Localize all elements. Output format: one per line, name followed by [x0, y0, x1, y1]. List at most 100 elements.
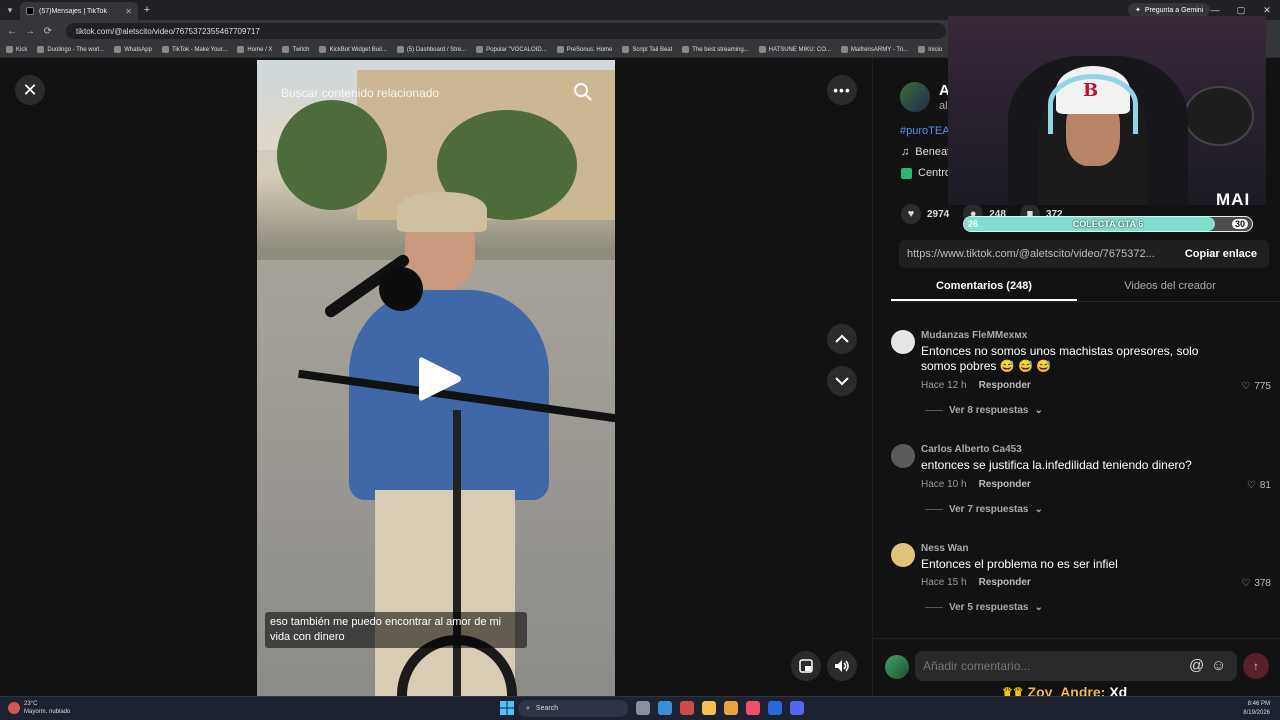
comment-like-button[interactable]: ♡ 775 [1241, 381, 1271, 392]
location-link[interactable]: Centro [901, 167, 951, 179]
browser-tab[interactable]: (57)Mensajes | TikTok ✕ [20, 2, 138, 20]
back-icon[interactable]: ← [6, 26, 18, 37]
temperature: 23°C [24, 701, 38, 707]
bookmark-favicon-icon [237, 46, 245, 53]
reload-icon[interactable]: ⟳ [42, 26, 54, 37]
address-input[interactable]: tiktok.com/@aletscito/video/767537235546… [66, 23, 946, 39]
close-video-button[interactable]: ✕ [15, 75, 45, 105]
comment-text: Entonces el problema no es ser infiel [921, 557, 1118, 571]
widgets-icon[interactable] [658, 701, 672, 715]
comment-username[interactable]: Carlos Alberto Ca453 [921, 444, 1022, 455]
more-icon: ••• [833, 82, 851, 98]
bookmark-item[interactable]: Kick [6, 46, 27, 53]
more-options-button[interactable]: ••• [827, 75, 857, 105]
comment-time: Hace 10 h [921, 479, 967, 490]
panel-tabs: Comentarios (248) Videos del creador [891, 276, 1280, 302]
search-icon[interactable] [573, 82, 593, 102]
reply-button[interactable]: Responder [979, 577, 1031, 588]
bookmark-item[interactable]: TikTok - Make Your... [161, 46, 228, 53]
reply-button[interactable]: Responder [979, 479, 1031, 490]
chevron-down-icon: ⌄ [1034, 504, 1043, 515]
chrome-icon[interactable] [724, 701, 738, 715]
bookmark-item[interactable]: KickBot Widget Buil... [319, 46, 387, 53]
tab-creator-videos[interactable]: Videos del creador [1077, 276, 1263, 301]
location-name: Centro [918, 167, 952, 179]
tab-comments[interactable]: Comentarios (248) [891, 276, 1077, 301]
bookmark-favicon-icon [319, 46, 327, 53]
copy-link-button[interactable]: Copiar enlace [1185, 248, 1257, 260]
view-replies-button[interactable]: Ver 7 respuestas ⌄ [925, 504, 1043, 515]
emoji-icon[interactable]: ☺ [1211, 657, 1226, 674]
bookmark-favicon-icon [682, 46, 690, 53]
discord-icon[interactable] [790, 701, 804, 715]
bookmark-favicon-icon [556, 46, 564, 53]
volume-button[interactable] [827, 651, 857, 681]
system-clock[interactable]: 8:46 PM 8/19/2026 [1243, 700, 1270, 718]
next-video-button[interactable] [827, 366, 857, 396]
video-player[interactable]: Buscar contenido relacionado eso también… [257, 60, 615, 696]
like-button[interactable]: ♥ 2974 [901, 204, 949, 224]
comment-username[interactable]: Mudanzas FleMMexᴍx [921, 330, 1027, 341]
bookmark-item[interactable]: HATSUNE MIKU: CO... [758, 46, 831, 53]
tab-title: (57)Mensajes | TikTok [39, 7, 107, 15]
bookmark-item[interactable]: Twitch [282, 46, 309, 53]
bookmark-item[interactable]: PreSonus: Home [556, 46, 612, 53]
reply-button[interactable]: Responder [979, 380, 1031, 391]
comment-like-button[interactable]: ♡ 81 [1247, 480, 1271, 491]
bookmark-item[interactable]: WhatsApp [114, 46, 152, 53]
related-search-input[interactable]: Buscar contenido relacionado [281, 86, 439, 100]
comment-avatar[interactable] [891, 444, 915, 468]
bookmark-label: TikTok - Make Your... [171, 46, 228, 53]
view-replies-button[interactable]: Ver 5 respuestas ⌄ [925, 602, 1043, 613]
author-handle[interactable]: al [939, 100, 948, 112]
bookmark-item[interactable]: MaifrensARMY - Tri... [840, 46, 908, 53]
play-icon[interactable] [417, 354, 463, 404]
bookmark-label: KickBot Widget Buil... [329, 46, 387, 53]
music-app-icon[interactable] [746, 701, 760, 715]
mention-icon[interactable]: @ [1189, 657, 1204, 674]
comment-like-count: 378 [1254, 578, 1271, 589]
author-avatar[interactable] [900, 82, 930, 112]
bookmark-favicon-icon [6, 46, 13, 53]
comment-username[interactable]: Ness Wan [921, 543, 968, 554]
tab-search-icon[interactable]: ▾ [0, 0, 20, 20]
forward-icon[interactable]: → [24, 26, 36, 37]
task-view-icon[interactable] [636, 701, 650, 715]
share-link-row: https://www.tiktok.com/@aletscito/video/… [899, 240, 1269, 268]
share-link-url[interactable]: https://www.tiktok.com/@aletscito/video/… [907, 248, 1157, 260]
clock-date: 8/19/2026 [1243, 710, 1270, 716]
view-replies-button[interactable]: Ver 8 respuestas ⌄ [925, 405, 1043, 416]
bookmark-favicon-icon [161, 46, 169, 53]
comment-meta: Hace 15 h Responder [921, 577, 1031, 588]
comment-avatar[interactable] [891, 543, 915, 567]
gemini-button[interactable]: ✦ Pregunta a Gemini [1128, 3, 1211, 17]
picture-in-picture-button[interactable] [791, 651, 821, 681]
bookmark-item[interactable]: (5) Dashboard / Stre... [396, 46, 466, 53]
bookmark-item[interactable]: Inicio [918, 46, 942, 53]
music-link[interactable]: ♫ Beneat [901, 146, 950, 158]
weather-widget[interactable]: 23°C Mayorm. nublado [8, 700, 70, 716]
view-replies-label: Ver 7 respuestas [949, 504, 1029, 515]
taskbar-search[interactable]: ⌕ Search [518, 700, 628, 717]
previous-video-button[interactable] [827, 324, 857, 354]
chevron-down-icon: ⌄ [1034, 405, 1043, 416]
comment-avatar[interactable] [891, 330, 915, 354]
current-user-avatar [885, 655, 909, 679]
close-icon: ✕ [22, 79, 38, 100]
new-tab-button[interactable]: + [138, 4, 156, 16]
bookmark-item[interactable]: The best streaming... [682, 46, 749, 53]
send-comment-button[interactable]: ↑ [1243, 653, 1269, 679]
bookmark-item[interactable]: Home / X [237, 46, 272, 53]
file-explorer-icon[interactable] [702, 701, 716, 715]
comment-like-button[interactable]: ♡ 378 [1241, 578, 1271, 589]
bookmark-favicon-icon [840, 46, 848, 53]
hashtag-link[interactable]: #puroTEA [900, 125, 950, 137]
windows-start-icon[interactable] [500, 701, 514, 715]
location-icon [901, 167, 912, 179]
app-icon[interactable] [680, 701, 694, 715]
bookmark-item[interactable]: Script Tail Beat [622, 46, 672, 53]
close-tab-icon[interactable]: ✕ [125, 7, 132, 16]
bookmark-item[interactable]: Popular "VOCALOID... [476, 46, 547, 53]
bookmark-item[interactable]: Duolingo - The worl... [37, 46, 104, 53]
app-icon[interactable] [768, 701, 782, 715]
